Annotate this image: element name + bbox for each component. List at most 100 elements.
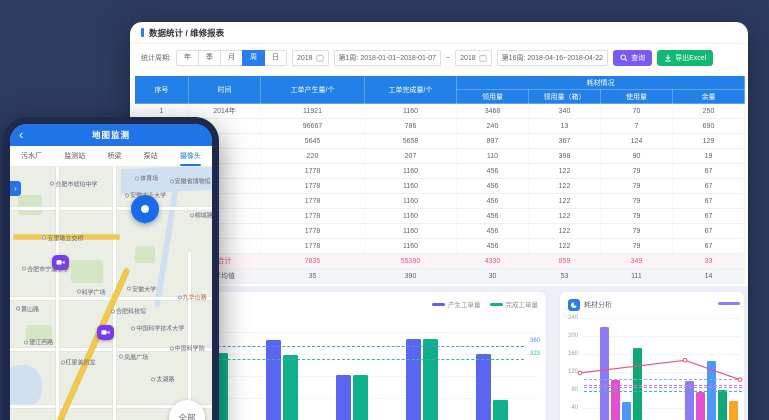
show-all-button[interactable]: 全部 (169, 400, 205, 420)
poi-dot (151, 377, 155, 381)
table-cell: 690 (673, 119, 745, 134)
poi-dot (119, 355, 123, 359)
poi-dot (127, 287, 131, 291)
sub-column-header: 领用量（箱） (529, 90, 601, 104)
screenshot-stage: 数据统计 / 维修报表 统计周期: 年季月周日 2018 第1周: 2018-0… (0, 0, 769, 420)
table-row: 356455658897367124129 (135, 134, 745, 149)
legend-item[interactable]: 产生工单量 (432, 299, 481, 309)
map-canvas[interactable]: › 全部 合肥市琥珀中学体育场安徽农业大学安徽省博物馆桐城路五里墩立交桥合肥市宁… (10, 167, 212, 420)
table-cell: 79 (601, 179, 673, 194)
table-cell: 240 (457, 119, 529, 134)
legend-line-stub[interactable] (718, 302, 740, 305)
sub-column-header: 使用量 (601, 90, 673, 104)
export-excel-button[interactable]: 导出Excel (657, 50, 713, 66)
poi-dot (42, 236, 46, 240)
poi-dot (190, 213, 194, 217)
phone-tab-摄像头[interactable]: 摄像头 (180, 146, 201, 166)
table-cell: 1778 (261, 224, 365, 239)
phone-tab-污水厂[interactable]: 污水厂 (21, 146, 42, 166)
phone-tab-监测站[interactable]: 监测站 (64, 146, 85, 166)
map-label: 科学广场 (77, 287, 106, 296)
lake (10, 365, 42, 407)
reference-line (584, 391, 742, 392)
table-cell: 90 (601, 149, 673, 164)
table-cell: 67 (673, 194, 745, 209)
reference-line (584, 385, 742, 386)
poi-dot (24, 340, 28, 344)
map-label: 安徽农业大学 (125, 191, 166, 200)
table-row: 6177811604561227967 (135, 179, 745, 194)
table-cell: 456 (457, 209, 529, 224)
calendar-icon (316, 54, 324, 62)
end-year-select[interactable]: 2018 (455, 50, 492, 66)
table-cell: 456 (457, 224, 529, 239)
start-year-select[interactable]: 2018 (292, 50, 329, 66)
bar-产生工单量 (406, 339, 421, 420)
park-area (18, 195, 42, 215)
camera-pin-marker[interactable] (97, 325, 114, 340)
table-row: 7177811604561227967 (135, 194, 745, 209)
table-cell: 1778 (261, 239, 365, 254)
poi-dot (22, 267, 26, 271)
poi-dot (111, 309, 115, 313)
period-option[interactable]: 周 (242, 50, 265, 66)
table-row: 9177811604561227967 (135, 224, 745, 239)
table-cell: 1778 (261, 179, 365, 194)
phone-tab-桥梁[interactable]: 桥梁 (107, 146, 121, 166)
table-cell: 220 (261, 149, 365, 164)
table-cell: 4330 (457, 254, 529, 269)
chart-legend: 产生工单量完成工单量 (432, 299, 538, 309)
legend-swatch (432, 303, 445, 306)
period-segmented-control: 年季月周日 (176, 50, 287, 66)
bar (696, 392, 705, 420)
period-option[interactable]: 日 (264, 50, 287, 66)
period-option[interactable]: 年 (176, 50, 199, 66)
chart-title-row: 耗材分析 (568, 299, 612, 311)
map-label: 合肥科技馆 (111, 307, 146, 316)
poi-dot (170, 179, 174, 183)
map-label: 安徽大学 (127, 284, 156, 293)
map-label: 五里墩立交桥 (42, 233, 83, 242)
table-cell: 5658 (365, 134, 457, 149)
table-cell: 456 (457, 179, 529, 194)
map-label: 太湖路 (151, 375, 174, 384)
poi-dot (16, 307, 20, 311)
y-axis-label: 160 (562, 351, 578, 357)
gridline (582, 318, 740, 319)
download-icon (664, 54, 672, 62)
legend-item[interactable]: 完成工单量 (490, 299, 539, 309)
table-cell: 349 (601, 254, 673, 269)
park-area (135, 246, 155, 263)
table-cell: 897 (457, 134, 529, 149)
map-label: 红星美凯龙 (61, 358, 96, 367)
period-option[interactable]: 季 (198, 50, 221, 66)
y-axis-label: 80 (562, 387, 578, 393)
phone-tab-泵站[interactable]: 泵站 (144, 146, 158, 166)
column-header: 序号 (135, 76, 189, 104)
phone-tab-bar: 污水厂 监测站 桥梁 泵站 摄像头 (10, 146, 212, 167)
table-cell: 19 (673, 149, 745, 164)
start-week-input[interactable]: 第1周: 2018-01-01~2018-01-07 (334, 50, 441, 66)
total-row: 合计783555390433085934933 (135, 254, 745, 269)
phone-header: ‹ 地图监测 (10, 124, 212, 146)
reference-label: 360 (530, 338, 540, 344)
table-row: 42202071103989019 (135, 149, 745, 164)
table-cell: 2014年 (189, 104, 261, 119)
period-option[interactable]: 月 (220, 50, 243, 66)
calendar-icon (479, 54, 487, 62)
bar (611, 380, 620, 420)
range-separator: ~ (446, 55, 450, 62)
table-cell: 1778 (261, 194, 365, 209)
panel-expand-button[interactable]: › (10, 181, 21, 196)
table-cell: 859 (529, 254, 601, 269)
video-camera-icon (101, 329, 110, 336)
table-cell: 1778 (261, 209, 365, 224)
sub-column-header: 领用量 (457, 90, 529, 104)
back-icon[interactable]: ‹ (19, 125, 23, 145)
table-cell: 1160 (365, 224, 457, 239)
table-cell: 122 (529, 209, 601, 224)
query-button[interactable]: 查询 (613, 50, 652, 66)
road (188, 252, 191, 420)
table-cell: 5645 (261, 134, 365, 149)
end-week-input[interactable]: 第16周: 2018-04-16~2018-04-22 (497, 50, 608, 66)
